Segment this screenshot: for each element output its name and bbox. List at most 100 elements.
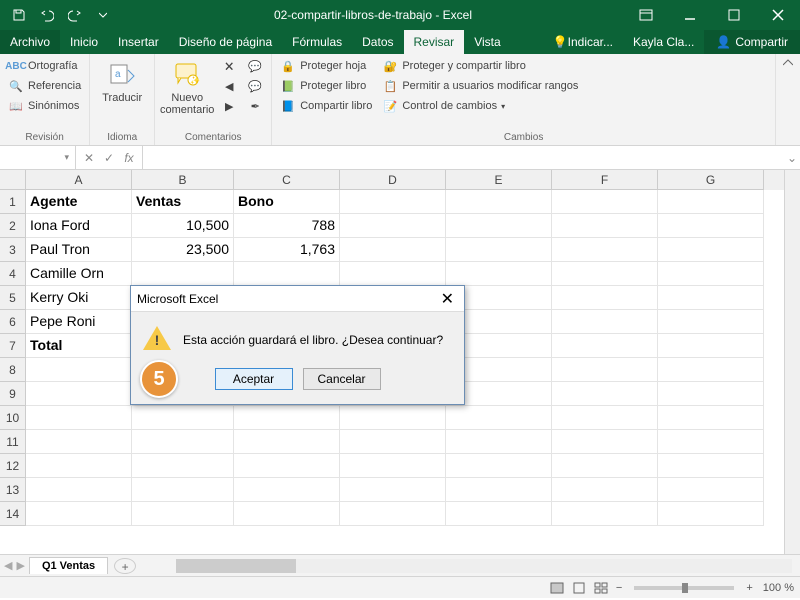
- close-button[interactable]: [756, 0, 800, 30]
- proteger-hoja-button[interactable]: 🔒Proteger hoja: [276, 56, 376, 76]
- cell[interactable]: [552, 502, 658, 526]
- row-header[interactable]: 9: [0, 382, 26, 406]
- cell[interactable]: [234, 502, 340, 526]
- page-layout-view-button[interactable]: [568, 579, 590, 597]
- tab-insertar[interactable]: Insertar: [108, 30, 169, 54]
- cell[interactable]: [234, 478, 340, 502]
- row-header[interactable]: 4: [0, 262, 26, 286]
- zoom-out-button[interactable]: −: [616, 582, 622, 594]
- cell[interactable]: Iona Ford: [26, 214, 132, 238]
- tab-datos[interactable]: Datos: [352, 30, 403, 54]
- permitir-rangos-button[interactable]: 📋Permitir a usuarios modificar rangos: [378, 76, 582, 96]
- cell[interactable]: [552, 406, 658, 430]
- expand-formula-bar[interactable]: ⌄: [784, 151, 800, 165]
- tab-file[interactable]: Archivo: [0, 30, 60, 54]
- cell[interactable]: [552, 430, 658, 454]
- cell[interactable]: [132, 406, 234, 430]
- tab-revisar[interactable]: Revisar: [404, 30, 465, 54]
- referencia-button[interactable]: 🔍Referencia: [4, 76, 85, 96]
- undo-button[interactable]: [34, 2, 60, 28]
- cell[interactable]: 23,500: [132, 238, 234, 262]
- cell[interactable]: [446, 454, 552, 478]
- cell[interactable]: [658, 286, 764, 310]
- sheet-tab[interactable]: Q1 Ventas: [29, 557, 108, 574]
- cell[interactable]: [446, 478, 552, 502]
- next-comment-button[interactable]: ▶: [217, 96, 241, 116]
- cell[interactable]: [552, 238, 658, 262]
- proteger-compartir-button[interactable]: 🔐Proteger y compartir libro: [378, 56, 582, 76]
- cell[interactable]: [552, 334, 658, 358]
- ribbon-display-options[interactable]: [624, 0, 668, 30]
- cell[interactable]: Kerry Oki: [26, 286, 132, 310]
- cell[interactable]: [446, 430, 552, 454]
- cell[interactable]: [340, 190, 446, 214]
- cell[interactable]: [340, 478, 446, 502]
- cancel-button[interactable]: Cancelar: [303, 368, 381, 390]
- tab-inicio[interactable]: Inicio: [60, 30, 108, 54]
- prev-comment-button[interactable]: ◀: [217, 76, 241, 96]
- horizontal-scrollbar[interactable]: [176, 559, 792, 573]
- cell[interactable]: [26, 502, 132, 526]
- select-all-corner[interactable]: [0, 170, 26, 190]
- cell[interactable]: [658, 454, 764, 478]
- maximize-button[interactable]: [712, 0, 756, 30]
- cell[interactable]: [552, 190, 658, 214]
- show-comment-button[interactable]: 💬: [243, 56, 267, 76]
- cell[interactable]: 788: [234, 214, 340, 238]
- cell[interactable]: [340, 238, 446, 262]
- cell[interactable]: [26, 406, 132, 430]
- column-header[interactable]: F: [552, 170, 658, 190]
- tell-me[interactable]: 💡 Indicar...: [543, 30, 623, 54]
- tab-diseno[interactable]: Diseño de página: [169, 30, 282, 54]
- cell[interactable]: [552, 310, 658, 334]
- add-sheet-button[interactable]: +: [114, 558, 136, 574]
- show-all-comments-button[interactable]: 💬: [243, 76, 267, 96]
- cell[interactable]: [658, 430, 764, 454]
- row-header[interactable]: 14: [0, 502, 26, 526]
- row-header[interactable]: 8: [0, 358, 26, 382]
- traducir-button[interactable]: a Traducir: [94, 56, 150, 106]
- tab-vista[interactable]: Vista: [464, 30, 510, 54]
- dialog-close-button[interactable]: ✕: [437, 289, 458, 309]
- row-header[interactable]: 1: [0, 190, 26, 214]
- accept-button[interactable]: Aceptar: [215, 368, 293, 390]
- sheet-nav-prev[interactable]: ◀: [4, 559, 12, 572]
- cell[interactable]: [234, 262, 340, 286]
- cell[interactable]: [340, 454, 446, 478]
- cell[interactable]: [132, 454, 234, 478]
- formula-input[interactable]: [143, 146, 784, 169]
- cell[interactable]: [340, 502, 446, 526]
- cell[interactable]: [552, 454, 658, 478]
- proteger-libro-button[interactable]: 📗Proteger libro: [276, 76, 376, 96]
- control-cambios-button[interactable]: 📝Control de cambios ▾: [378, 96, 582, 116]
- minimize-button[interactable]: [668, 0, 712, 30]
- nuevo-comentario-button[interactable]: ✨ Nuevo comentario: [159, 56, 215, 118]
- cell[interactable]: [26, 454, 132, 478]
- cancel-formula-button[interactable]: ✕: [80, 151, 98, 165]
- cell[interactable]: Camille Orn: [26, 262, 132, 286]
- zoom-level[interactable]: 100 %: [763, 582, 794, 594]
- cell[interactable]: [552, 262, 658, 286]
- zoom-thumb[interactable]: [682, 583, 688, 593]
- user-account[interactable]: Kayla Cla...: [623, 30, 704, 54]
- enter-formula-button[interactable]: ✓: [100, 151, 118, 165]
- cell[interactable]: 10,500: [132, 214, 234, 238]
- cell[interactable]: [132, 502, 234, 526]
- sheet-nav-next[interactable]: ▶: [16, 559, 24, 572]
- cell[interactable]: [340, 406, 446, 430]
- column-header[interactable]: E: [446, 170, 552, 190]
- cell[interactable]: [132, 262, 234, 286]
- cell[interactable]: [658, 214, 764, 238]
- cell[interactable]: Bono: [234, 190, 340, 214]
- tab-formulas[interactable]: Fórmulas: [282, 30, 352, 54]
- row-header[interactable]: 2: [0, 214, 26, 238]
- cell[interactable]: Paul Tron: [26, 238, 132, 262]
- row-header[interactable]: 10: [0, 406, 26, 430]
- row-header[interactable]: 6: [0, 310, 26, 334]
- row-header[interactable]: 13: [0, 478, 26, 502]
- cell[interactable]: [658, 478, 764, 502]
- cell[interactable]: [658, 190, 764, 214]
- redo-button[interactable]: [62, 2, 88, 28]
- delete-comment-button[interactable]: 🗙: [217, 56, 241, 76]
- cell[interactable]: [340, 430, 446, 454]
